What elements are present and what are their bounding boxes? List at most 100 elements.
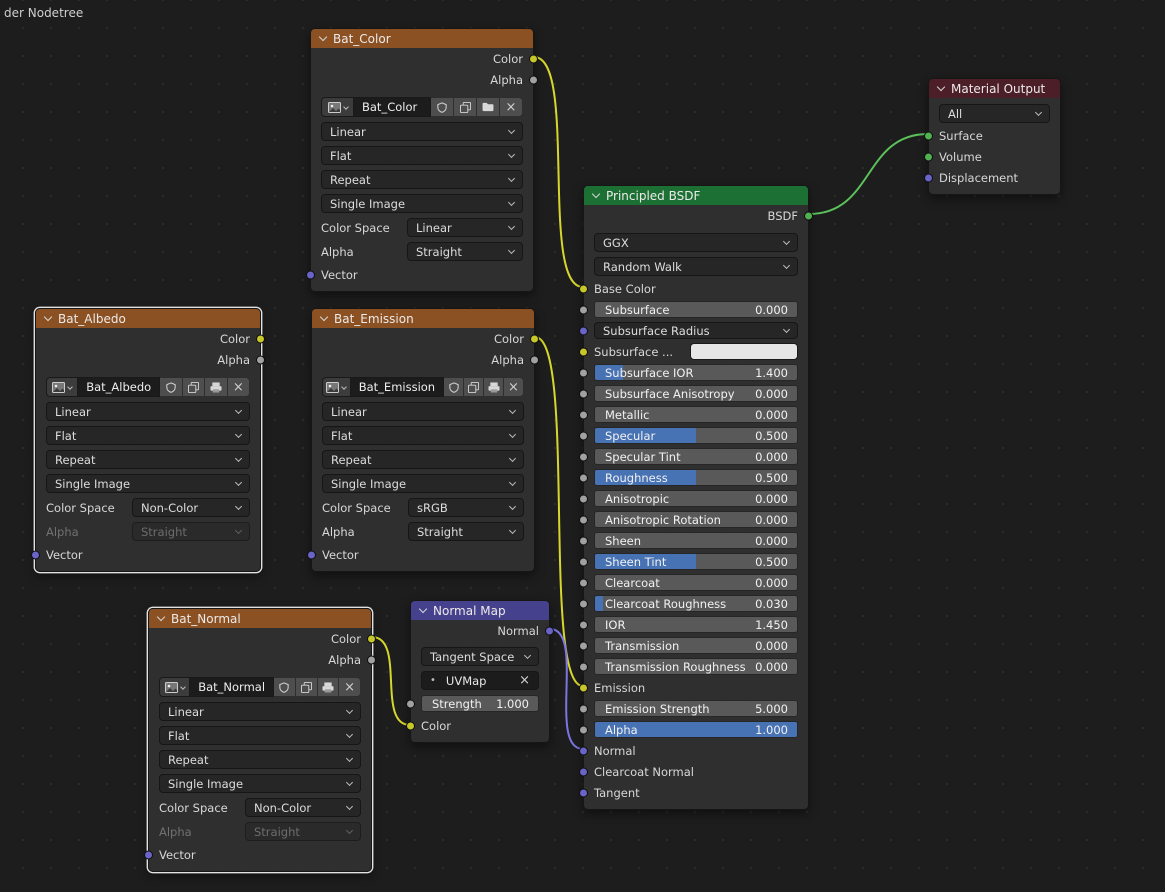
subsurface-slider[interactable]: Subsurface0.000 xyxy=(594,301,798,318)
link-batcolor-basecolor[interactable] xyxy=(534,57,583,287)
projection-select[interactable]: Flat xyxy=(46,426,250,445)
collapse-chevron-icon[interactable] xyxy=(319,33,327,41)
pack-image-button[interactable] xyxy=(318,677,340,697)
socket-strength-input[interactable] xyxy=(406,699,415,708)
anisotropic-slider[interactable]: Anisotropic0.000 xyxy=(594,490,798,507)
socket-base-color-input[interactable] xyxy=(579,284,588,293)
source-select[interactable]: Single Image xyxy=(321,194,523,213)
socket-vector-input[interactable] xyxy=(306,270,315,279)
node-normal-map[interactable]: Normal Map Normal Tangent Space •UVMap× … xyxy=(410,600,550,743)
socket-color-output[interactable] xyxy=(256,334,265,343)
unlink-image-button[interactable]: × xyxy=(500,97,523,117)
extension-select[interactable]: Repeat xyxy=(321,170,523,189)
extension-select[interactable]: Repeat xyxy=(322,450,524,469)
socket-displacement-input[interactable] xyxy=(924,173,933,182)
node-header[interactable]: Bat_Emission xyxy=(312,309,534,328)
strength-slider[interactable]: Strength 1.000 xyxy=(421,695,539,712)
new-image-button[interactable] xyxy=(464,377,484,397)
image-name-field[interactable]: Bat_Albedo xyxy=(77,377,160,397)
distribution-select[interactable]: GGX xyxy=(594,233,798,252)
extension-select[interactable]: Repeat xyxy=(46,450,250,469)
fake-user-button[interactable] xyxy=(444,377,464,397)
extension-select[interactable]: Repeat xyxy=(159,750,361,769)
node-principled-bsdf[interactable]: Principled BSDF BSDF GGX Random Walk Bas… xyxy=(583,185,809,810)
anisotropic-rotation-slider[interactable]: Anisotropic Rotation0.000 xyxy=(594,511,798,528)
node-header[interactable]: Bat_Normal xyxy=(149,609,371,628)
node-header[interactable]: Material Output xyxy=(929,79,1060,98)
node-header[interactable]: Bat_Albedo xyxy=(36,309,260,328)
socket-specular-input[interactable] xyxy=(579,431,588,440)
image-name-field[interactable]: Bat_Color xyxy=(353,97,431,117)
color-space-select[interactable]: Non-Color xyxy=(132,498,250,517)
unlink-image-button[interactable]: × xyxy=(504,377,524,397)
socket-volume-input[interactable] xyxy=(924,152,933,161)
node-header[interactable]: Normal Map xyxy=(411,601,549,620)
node-bat-albedo[interactable]: Bat_Albedo Color Alpha Bat_Albedo × Line… xyxy=(35,308,261,572)
projection-select[interactable]: Flat xyxy=(321,146,523,165)
metallic-slider[interactable]: Metallic0.000 xyxy=(594,406,798,423)
interpolation-select[interactable]: Linear xyxy=(321,122,523,141)
fake-user-button[interactable] xyxy=(431,97,454,117)
unlink-image-button[interactable]: × xyxy=(228,377,250,397)
specular-tint-slider[interactable]: Specular Tint0.000 xyxy=(594,448,798,465)
socket-color-output[interactable] xyxy=(367,634,376,643)
pack-image-button[interactable] xyxy=(205,377,227,397)
image-name-field[interactable]: Bat_Emission xyxy=(350,377,444,397)
socket-color-output[interactable] xyxy=(529,54,538,63)
space-select[interactable]: Tangent Space xyxy=(421,647,539,666)
socket-roughness-input[interactable] xyxy=(579,473,588,482)
socket-subsurface-ior-input[interactable] xyxy=(579,368,588,377)
image-browse-button[interactable] xyxy=(321,97,353,117)
projection-select[interactable]: Flat xyxy=(159,726,361,745)
socket-color-input[interactable] xyxy=(406,721,415,730)
image-browse-button[interactable] xyxy=(322,377,350,397)
link-batnormal-normalmap[interactable] xyxy=(372,637,410,725)
socket-normal-output[interactable] xyxy=(545,626,554,635)
socket-subsurface-input[interactable] xyxy=(579,305,588,314)
socket-tangent-input[interactable] xyxy=(579,788,588,797)
socket-emission-strength-input[interactable] xyxy=(579,704,588,713)
close-icon[interactable]: × xyxy=(519,674,530,687)
socket-subsurface-anisotropy-input[interactable] xyxy=(579,389,588,398)
socket-anisotropic-input[interactable] xyxy=(579,494,588,503)
subsurface-radius-select[interactable]: Subsurface Radius xyxy=(594,322,798,339)
socket-alpha-output[interactable] xyxy=(529,75,538,84)
source-select[interactable]: Single Image xyxy=(46,474,250,493)
socket-color-output[interactable] xyxy=(530,334,539,343)
socket-surface-input[interactable] xyxy=(924,131,933,140)
source-select[interactable]: Single Image xyxy=(322,474,524,493)
new-image-button[interactable] xyxy=(296,677,318,697)
node-bat-color[interactable]: Bat_Color Color Alpha Bat_Color × Linear… xyxy=(310,28,534,292)
color-space-select[interactable]: Non-Color xyxy=(245,798,361,817)
color-space-select[interactable]: sRGB xyxy=(408,498,524,517)
collapse-chevron-icon[interactable] xyxy=(320,313,328,321)
alpha-slider[interactable]: Alpha1.000 xyxy=(594,721,798,738)
socket-ior-input[interactable] xyxy=(579,620,588,629)
emission-strength-slider[interactable]: Emission Strength5.000 xyxy=(594,700,798,717)
alpha-mode-select[interactable]: Straight xyxy=(408,522,524,541)
pack-image-button[interactable] xyxy=(484,377,504,397)
socket-vector-input[interactable] xyxy=(144,850,153,859)
socket-alpha-output[interactable] xyxy=(530,355,539,364)
socket-alpha-input[interactable] xyxy=(579,725,588,734)
node-material-output[interactable]: Material Output All Surface Volume Displ… xyxy=(928,78,1061,195)
socket-vector-input[interactable] xyxy=(307,550,316,559)
projection-select[interactable]: Flat xyxy=(322,426,524,445)
uv-map-field[interactable]: •UVMap× xyxy=(421,671,539,690)
fake-user-button[interactable] xyxy=(160,377,182,397)
interpolation-select[interactable]: Linear xyxy=(322,402,524,421)
subsurface-anisotropy-slider[interactable]: Subsurface Anisotropy0.000 xyxy=(594,385,798,402)
socket-transmission-roughness-input[interactable] xyxy=(579,662,588,671)
sss-method-select[interactable]: Random Walk xyxy=(594,257,798,276)
clearcoat-slider[interactable]: Clearcoat0.000 xyxy=(594,574,798,591)
unlink-image-button[interactable]: × xyxy=(339,677,361,697)
alpha-mode-select[interactable]: Straight xyxy=(407,242,523,261)
target-select[interactable]: All xyxy=(939,104,1050,123)
socket-normal-input[interactable] xyxy=(579,746,588,755)
socket-sheen-input[interactable] xyxy=(579,536,588,545)
ior-slider[interactable]: IOR1.450 xyxy=(594,616,798,633)
socket-metallic-input[interactable] xyxy=(579,410,588,419)
interpolation-select[interactable]: Linear xyxy=(46,402,250,421)
node-editor-canvas[interactable]: { "breadcrumb": "der Nodetree", "colors"… xyxy=(0,0,1165,892)
node-bat-emission[interactable]: Bat_Emission Color Alpha Bat_Emission × … xyxy=(311,308,535,572)
